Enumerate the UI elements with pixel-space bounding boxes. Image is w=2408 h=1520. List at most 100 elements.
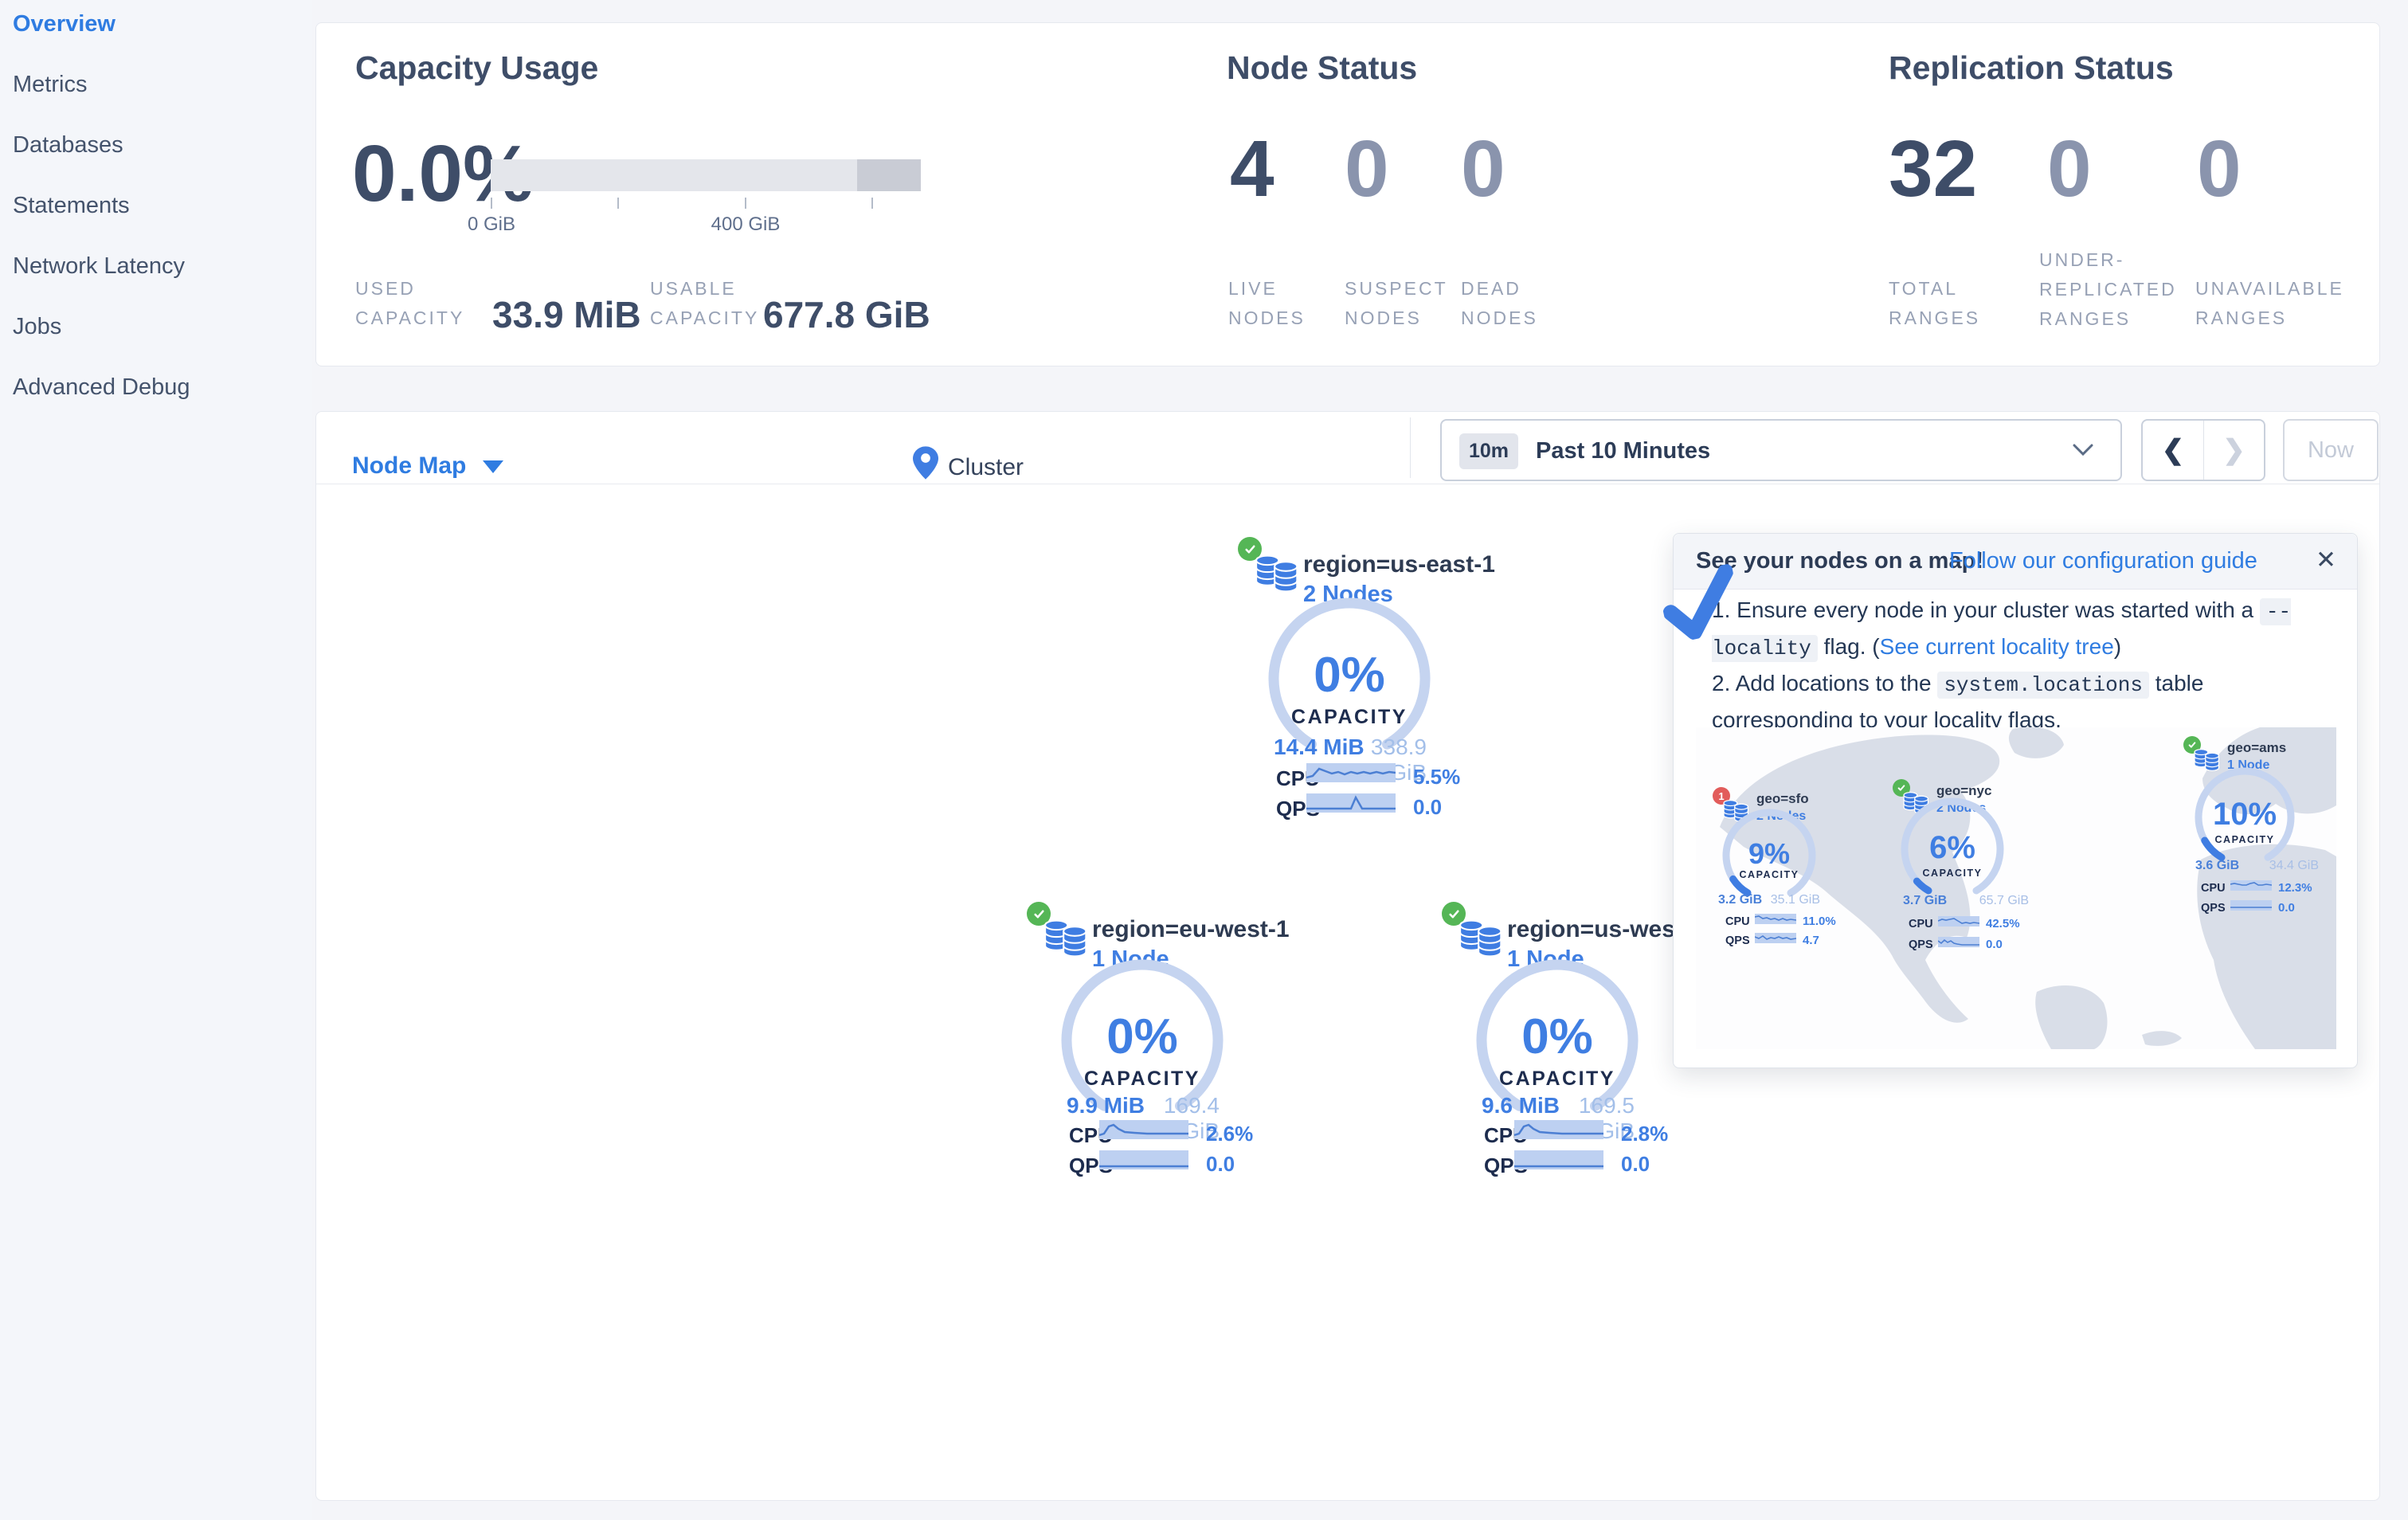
capacity-gauge-label: CAPACITY xyxy=(1922,868,1983,879)
database-stack-icon xyxy=(1459,919,1502,958)
live-nodes-label: LIVE NODES xyxy=(1228,278,1306,328)
breadcrumb[interactable]: Cluster xyxy=(948,454,1024,481)
sidebar-item-databases[interactable]: Databases xyxy=(13,132,123,159)
cpu-value: 42.5% xyxy=(1986,917,2020,930)
sidebar-item-metrics[interactable]: Metrics xyxy=(13,72,87,98)
step-text: Ensure every node in your cluster was st… xyxy=(1737,597,2260,622)
usable-capacity: 35.1 GiB xyxy=(1770,893,1820,907)
step-text: Add locations to the xyxy=(1735,671,1938,695)
cpu-value: 2.6% xyxy=(1206,1122,1254,1146)
time-window-selector[interactable]: 10m Past 10 Minutes xyxy=(1440,419,2122,481)
usable-capacity: 34.4 GiB xyxy=(2269,859,2319,872)
sidebar-item-overview[interactable]: Overview xyxy=(13,11,116,37)
qps-value: 4.7 xyxy=(1803,934,1819,947)
capacity-bar-tick xyxy=(871,198,873,209)
configuration-guide-link[interactable]: Follow our configuration guide xyxy=(1949,548,2257,574)
cpu-value: 5.5% xyxy=(1413,765,1461,789)
database-stack-icon xyxy=(1255,554,1298,593)
time-window-label: Past 10 Minutes xyxy=(1536,438,1711,464)
dead-nodes-label: DEAD NODES xyxy=(1461,278,1538,328)
cpu-value: 12.3% xyxy=(2278,881,2312,895)
popup-header: See your nodes on a map! Follow our conf… xyxy=(1674,534,2357,590)
capacity-percent: 0% xyxy=(1106,1009,1178,1064)
used-capacity-label: USED CAPACITY xyxy=(355,278,465,328)
time-prev-button[interactable]: ❮ xyxy=(2143,421,2203,480)
cpu-value: 11.0% xyxy=(1803,915,1836,928)
qps-sparkline xyxy=(1306,793,1396,813)
capacity-percent: 9% xyxy=(1748,837,1791,870)
capacity-bar-tick xyxy=(491,198,492,209)
sidebar: Overview Metrics Databases Statements Ne… xyxy=(0,0,312,1520)
code-chip: system.locations xyxy=(1937,672,2149,699)
suspect-nodes-label: SUSPECT NODES xyxy=(1345,278,1448,328)
live-nodes-value: 4 xyxy=(1230,124,1274,214)
map-pin-icon xyxy=(913,446,938,480)
capacity-percent: 6% xyxy=(1929,830,1975,865)
capacity-gauge-label: CAPACITY xyxy=(2214,834,2275,845)
cpu-sparkline xyxy=(1306,763,1396,782)
usable-capacity-value: 677.8 GiB xyxy=(763,294,930,335)
time-window-badge: 10m xyxy=(1459,433,1519,469)
qps-label: QPS xyxy=(1725,934,1750,947)
qps-label: QPS xyxy=(2201,902,2226,915)
locality-name: geo=ams xyxy=(2227,740,2287,755)
sidebar-item-statements[interactable]: Statements xyxy=(13,193,130,219)
cpu-label: CPU xyxy=(1909,918,1933,930)
qps-sparkline xyxy=(2230,900,2272,911)
toolbar-divider xyxy=(1410,417,1411,478)
capacity-tick-label-0: 0 GiB xyxy=(467,214,516,235)
used-capacity: 3.2 GiB xyxy=(1718,893,1763,907)
cpu-value: 2.8% xyxy=(1621,1122,1669,1146)
locality-name: region=eu-west-1 xyxy=(1092,916,1290,942)
view-selector-dropdown[interactable]: Node Map xyxy=(352,452,466,480)
capacity-percent: 0% xyxy=(1521,1009,1593,1064)
cpu-sparkline xyxy=(1938,916,1979,926)
cpu-label: CPU xyxy=(1725,915,1750,928)
suspect-nodes-value: 0 xyxy=(1345,124,1389,214)
node-map-setup-popup: See your nodes on a map! Follow our conf… xyxy=(1662,533,2358,1068)
cpu-sparkline xyxy=(1514,1120,1603,1139)
capacity-bar-reserved-segment xyxy=(857,159,921,191)
step-text: ) xyxy=(2113,634,2122,659)
cpu-sparkline xyxy=(2230,880,2272,891)
qps-value: 0.0 xyxy=(1621,1152,1650,1176)
capacity-gauge-label: CAPACITY xyxy=(1084,1068,1200,1090)
chevron-down-icon[interactable] xyxy=(483,460,503,473)
capacity-usage-title: Capacity Usage xyxy=(355,49,599,86)
capacity-gauge-label: CAPACITY xyxy=(1499,1068,1615,1090)
unavailable-ranges-value: 0 xyxy=(2197,124,2242,214)
capacity-gauge-label: CAPACITY xyxy=(1291,706,1408,728)
locality-name: region=us-east-1 xyxy=(1303,551,1495,578)
usable-capacity: 65.7 GiB xyxy=(1979,894,2029,907)
time-next-button[interactable]: ❯ xyxy=(2203,421,2264,480)
qps-value: 0.0 xyxy=(2278,901,2295,915)
step-text: flag. ( xyxy=(1817,634,1880,659)
now-button[interactable]: Now xyxy=(2283,419,2379,481)
capacity-bar-tick xyxy=(617,198,619,209)
sidebar-item-network-latency[interactable]: Network Latency xyxy=(13,253,185,280)
chevron-down-icon xyxy=(2073,444,2093,456)
used-capacity: 3.6 GiB xyxy=(2195,859,2240,872)
setup-step-1: 1. Ensure every node in your cluster was… xyxy=(1712,593,2339,666)
qps-sparkline xyxy=(1755,933,1796,943)
qps-value: 0.0 xyxy=(1413,795,1443,819)
cpu-sparkline xyxy=(1099,1120,1188,1139)
close-icon[interactable]: ✕ xyxy=(2316,546,2336,574)
capacity-percent: 0% xyxy=(1314,648,1385,703)
used-capacity-value: 33.9 MiB xyxy=(492,294,641,335)
under-replicated-ranges-label: UNDER-REPLICATED RANGES xyxy=(2039,249,2177,329)
qps-sparkline xyxy=(1099,1150,1188,1169)
sidebar-item-jobs[interactable]: Jobs xyxy=(13,314,61,340)
database-stack-icon xyxy=(1044,919,1087,958)
capacity-bar xyxy=(491,159,921,191)
qps-sparkline xyxy=(1938,937,1979,947)
qps-value: 0.0 xyxy=(1986,938,2003,951)
dead-nodes-value: 0 xyxy=(1461,124,1505,214)
total-ranges-label: TOTAL RANGES xyxy=(1889,278,1981,328)
locality-tree-link[interactable]: See current locality tree xyxy=(1880,634,2114,659)
total-ranges-value: 32 xyxy=(1889,124,1978,214)
sidebar-item-advanced-debug[interactable]: Advanced Debug xyxy=(13,374,190,401)
capacity-tick-label-400: 400 GiB xyxy=(711,214,781,235)
node-status-title: Node Status xyxy=(1227,49,1418,86)
time-window-stepper: ❮ ❯ xyxy=(2141,419,2265,481)
